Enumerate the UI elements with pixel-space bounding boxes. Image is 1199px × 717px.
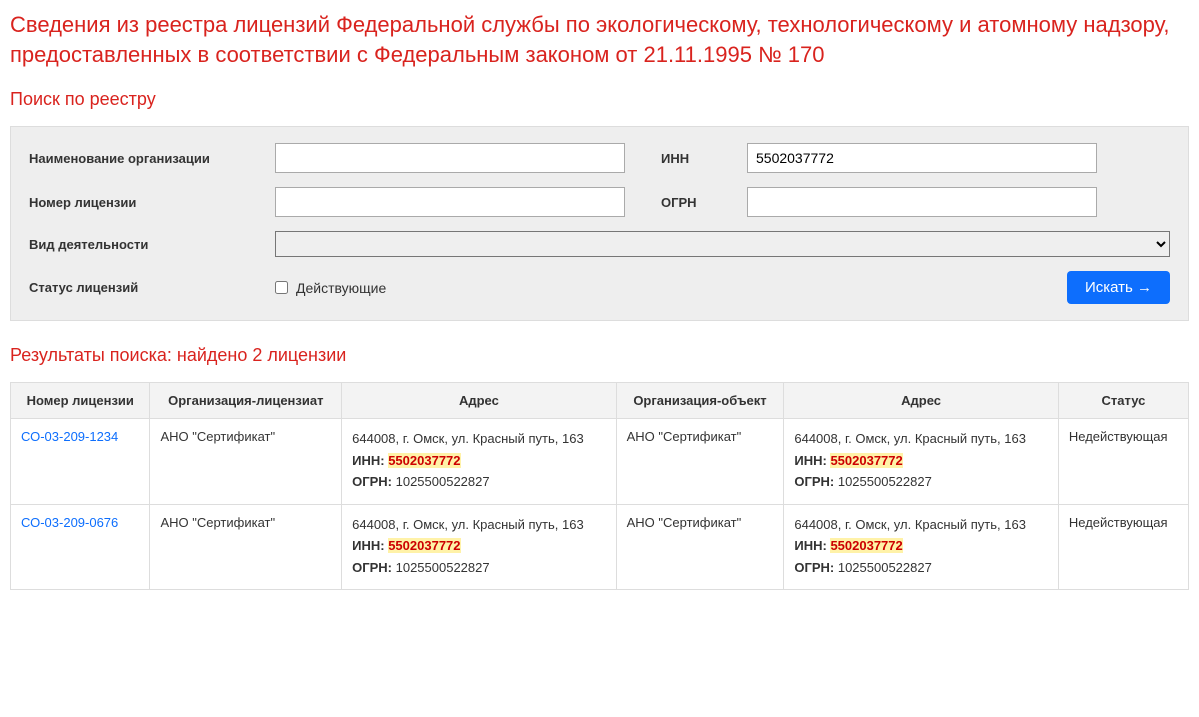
col-object-org: Организация-объект [616, 383, 784, 419]
table-row: СО-03-209-0676АНО "Сертификат"644008, г.… [11, 504, 1189, 590]
cell-object-org: АНО "Сертификат" [616, 504, 784, 590]
cell-object-org: АНО "Сертификат" [616, 419, 784, 505]
page-title: Сведения из реестра лицензий Федеральной… [10, 10, 1189, 69]
col-status: Статус [1058, 383, 1188, 419]
ogrn-label: ОГРН [661, 195, 731, 210]
results-title: Результаты поиска: найдено 2 лицензии [10, 345, 1189, 366]
license-no-label: Номер лицензии [29, 195, 259, 210]
cell-address2: 644008, г. Омск, ул. Красный путь, 163ИН… [784, 419, 1059, 505]
cell-status: Недействующая [1058, 419, 1188, 505]
inn-label: ИНН [661, 151, 731, 166]
col-license-no: Номер лицензии [11, 383, 150, 419]
search-button[interactable]: Искать → [1067, 271, 1170, 304]
active-checkbox-label: Действующие [296, 280, 386, 296]
col-licensee: Организация-лицензиат [150, 383, 342, 419]
license-link[interactable]: СО-03-209-0676 [21, 515, 118, 530]
cell-address1: 644008, г. Омск, ул. Красный путь, 163ИН… [342, 504, 617, 590]
active-checkbox[interactable] [275, 281, 288, 294]
table-row: СО-03-209-1234АНО "Сертификат"644008, г.… [11, 419, 1189, 505]
col-address2: Адрес [784, 383, 1059, 419]
search-form: Наименование организации ИНН Номер лицен… [10, 126, 1189, 321]
activity-label: Вид деятельности [29, 237, 259, 252]
cell-licensee: АНО "Сертификат" [150, 419, 342, 505]
cell-licensee: АНО "Сертификат" [150, 504, 342, 590]
cell-address2: 644008, г. Омск, ул. Красный путь, 163ИН… [784, 504, 1059, 590]
inn-input[interactable] [747, 143, 1097, 173]
col-address1: Адрес [342, 383, 617, 419]
license-link[interactable]: СО-03-209-1234 [21, 429, 118, 444]
cell-status: Недействующая [1058, 504, 1188, 590]
cell-address1: 644008, г. Омск, ул. Красный путь, 163ИН… [342, 419, 617, 505]
org-name-input[interactable] [275, 143, 625, 173]
activity-select[interactable] [275, 231, 1170, 257]
ogrn-input[interactable] [747, 187, 1097, 217]
results-table: Номер лицензии Организация-лицензиат Адр… [10, 382, 1189, 590]
status-label: Статус лицензий [29, 280, 259, 295]
license-no-input[interactable] [275, 187, 625, 217]
org-name-label: Наименование организации [29, 151, 259, 166]
search-section-title: Поиск по реестру [10, 89, 1189, 110]
